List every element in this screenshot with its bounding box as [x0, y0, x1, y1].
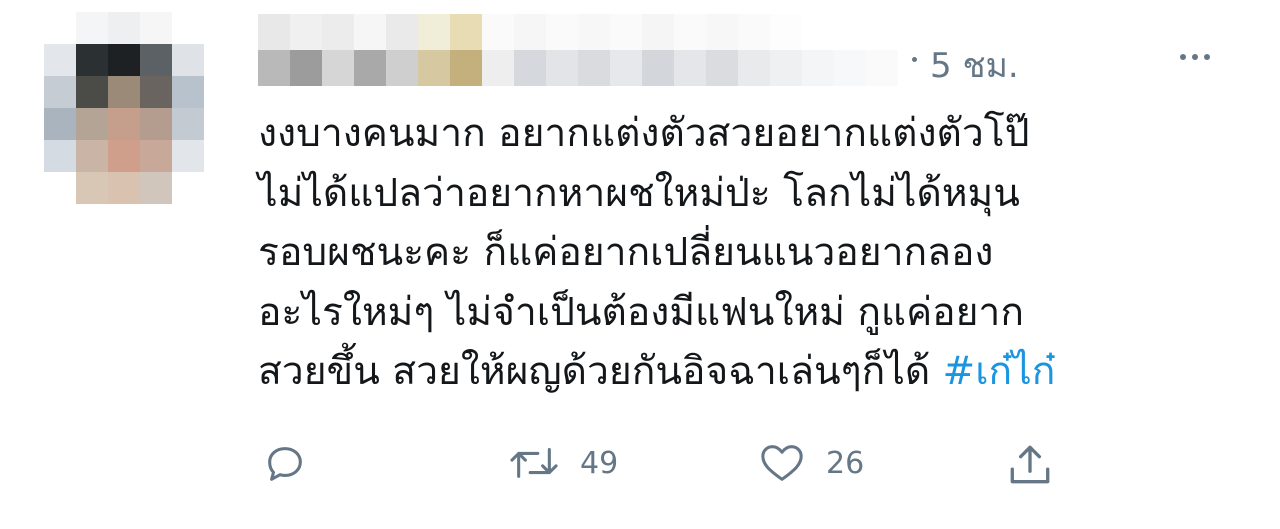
retweet-button[interactable]: 49: [506, 440, 618, 486]
share-icon: [1010, 445, 1050, 484]
reply-button[interactable]: [262, 440, 308, 486]
tweet-text-line-last: สวยขึ้น สวยให้ผญด้วยกันอิจฉาเล่นๆก็ได้ #…: [258, 342, 1248, 402]
redacted-author-name[interactable]: [258, 14, 898, 86]
like-button[interactable]: 26: [756, 440, 864, 486]
reply-icon: [268, 447, 302, 481]
tweet-text-line: ไม่ได้แปลว่าอยากหาผชใหม่ป่ะ โลกไม่ได้หมุ…: [258, 170, 1020, 216]
tweet-text-line: อะไรใหม่ๆ ไม่จำเป็นต้องมีแฟนใหม่ กูแค่อย…: [258, 289, 1024, 335]
share-button[interactable]: [1004, 440, 1056, 490]
retweet-count: 49: [580, 445, 619, 481]
hashtag-link[interactable]: #เก๋ไก๋: [943, 349, 1056, 394]
tweet-actions: 49 26: [0, 440, 1280, 500]
tweet-text-line: สวยขึ้น สวยให้ผญด้วยกันอิจฉาเล่นๆก็ได้: [258, 349, 943, 394]
separator-dot: [912, 57, 917, 62]
tweet-text-line: รอบผชนะคะ ก็แค่อยากเปลี่ยนแนวอยากลอง: [258, 230, 994, 275]
avatar[interactable]: [44, 12, 236, 204]
more-options-icon[interactable]: [1180, 54, 1210, 60]
heart-icon: [761, 445, 803, 481]
tweet-text: งงบางคนมาก อยากแต่งตัวสวยอยากแต่งตัวโป๊ …: [258, 104, 1248, 402]
like-count: 26: [826, 445, 865, 481]
tweet-text-line: งงบางคนมาก อยากแต่งตัวสวยอยากแต่งตัวโป๊: [258, 111, 1030, 156]
timestamp[interactable]: 5 ชม.: [930, 38, 1019, 92]
tweet[interactable]: 5 ชม. งงบางคนมาก อยากแต่งตัวสวยอยากแต่งต…: [0, 0, 1280, 529]
retweet-icon: [510, 448, 558, 478]
